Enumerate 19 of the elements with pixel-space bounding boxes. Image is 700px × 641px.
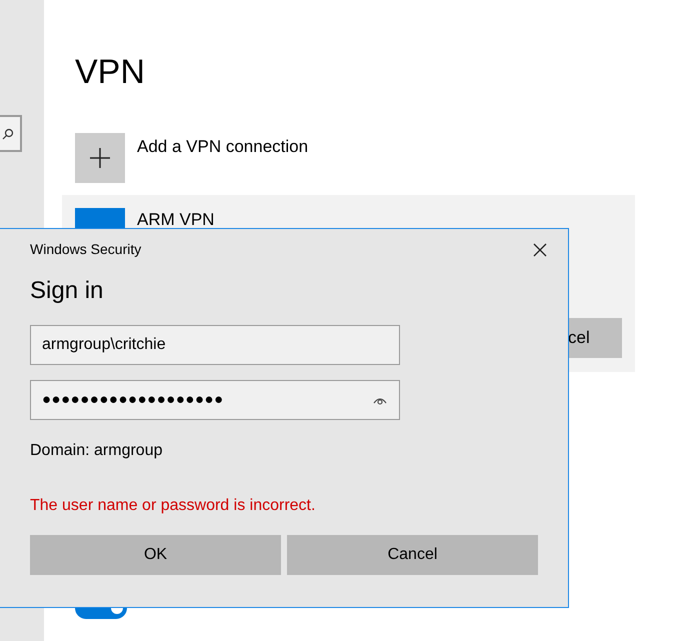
dialog-button[interactable]: Cancel	[287, 535, 538, 575]
dialog-button[interactable]: OK	[30, 535, 281, 575]
dialog-heading: Sign in	[30, 276, 104, 306]
close-button[interactable]	[532, 242, 548, 258]
dialog-title: Windows Security	[30, 240, 142, 259]
search-icon	[2, 128, 14, 140]
add-button[interactable]	[75, 133, 125, 183]
connection-name: ARM VPN	[137, 209, 214, 231]
eye-icon[interactable]	[373, 396, 387, 404]
password-field[interactable]: ●●●●●●●●●●●●●●●●●●●	[30, 380, 400, 420]
plus-icon	[90, 148, 110, 168]
domain-label: Domain: armgroup	[30, 441, 164, 461]
card-action-button[interactable]: cel	[567, 318, 622, 358]
error-message: The user name or password is incorrect.	[30, 496, 316, 516]
add-connection-label[interactable]: Add a VPN connection	[137, 135, 308, 159]
username-field[interactable]: armgroup\critchie	[30, 325, 400, 365]
close-icon	[533, 242, 547, 256]
page-title: VPN	[74, 52, 146, 92]
password-mask: ●●●●●●●●●●●●●●●●●●●	[42, 390, 224, 410]
